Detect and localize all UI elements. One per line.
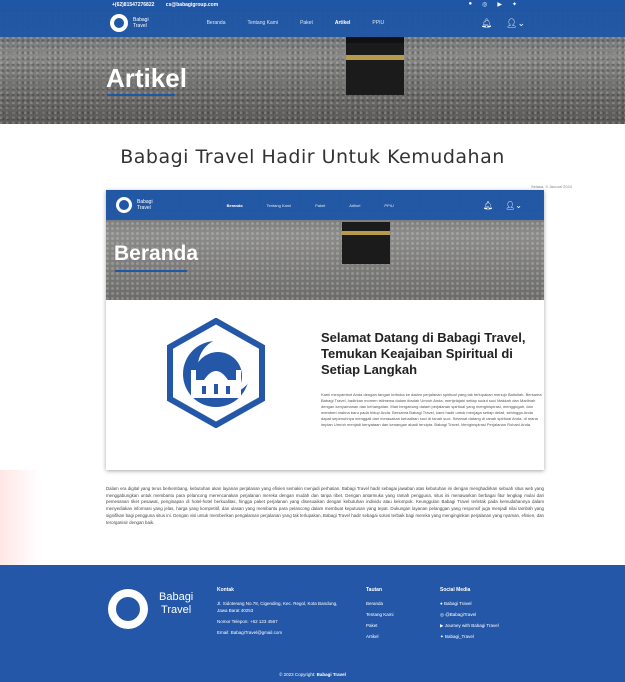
footer-phone: Nomor Telepon: +62 123 4567: [217, 619, 278, 624]
nav-item-ppiu[interactable]: PPIU: [372, 20, 384, 26]
footer-email: Email: BabagiTravel@gmail.com: [217, 630, 283, 635]
twitter-icon[interactable]: ✦: [512, 1, 517, 8]
nav-item-artikel[interactable]: Artikel: [335, 20, 351, 26]
image-nav-ppiu: PPIU: [384, 202, 394, 208]
image-nav-beranda: Beranda: [226, 202, 243, 208]
footer-social-instagram[interactable]: ◎ @BabagiTravel: [440, 611, 540, 618]
article-title: Babagi Travel Hadir Untuk Kemudahan: [120, 146, 505, 168]
site-footer: Babagi Travel Kontak Jl. Sidoterang No.7…: [0, 565, 625, 682]
image-nav-tentang-kami: Tentang Kami: [266, 202, 292, 208]
nav-item-tentang-kami[interactable]: Tentang Kami: [247, 20, 278, 26]
footer-contact-heading: Kontak: [217, 587, 234, 593]
image-kaaba: [342, 222, 390, 264]
contact-email[interactable]: cs@babagigroup.com: [166, 2, 218, 8]
nav-item-beranda[interactable]: Beranda: [207, 20, 226, 26]
image-title-underline: [115, 270, 187, 272]
article-image: Babagi Travel Beranda Tentang Kami Paket…: [106, 190, 544, 470]
copyright-brand[interactable]: Babagi Travel: [317, 672, 346, 677]
footer-brand: Babagi Travel: [159, 591, 193, 617]
image-user-icon: 👤︎⌄: [505, 200, 522, 210]
nav-menu: Beranda Tentang Kami Paket Artikel PPIU: [207, 20, 385, 26]
twitter-label: Babagi_Travel: [445, 634, 474, 639]
kaaba-image: [346, 37, 404, 95]
nav-item-paket[interactable]: Paket: [300, 20, 313, 26]
footer-mosque-logo-icon: [108, 589, 148, 629]
whatsapp-icon[interactable]: ●: [468, 1, 472, 8]
footer-link-artikel[interactable]: Artikel: [366, 633, 436, 640]
main-navbar: Babagi Travel Beranda Tentang Kami Paket…: [0, 9, 625, 37]
image-nav-artikel: Artikel: [349, 202, 361, 208]
bell-icon[interactable]: 🔔︎: [481, 18, 492, 29]
page-title: Artikel: [106, 63, 187, 93]
image-hero-title: Beranda: [114, 242, 199, 265]
image-nav-menu: Beranda Tentang Kami Paket Artikel PPIU: [227, 203, 394, 208]
image-hero: Babagi Travel Beranda Tentang Kami Paket…: [106, 190, 544, 300]
image-navbar: Babagi Travel Beranda Tentang Kami Paket…: [106, 190, 544, 220]
footer-contact: Kontak Jl. Sidoterang No.78, Cigending, …: [217, 587, 345, 640]
footer-address: Jl. Sidoterang No.78, Cigending, Kec. Re…: [217, 601, 338, 613]
page-hero: Babagi Travel Beranda Tentang Kami Paket…: [0, 9, 625, 124]
footer-links: Tautan Beranda Tentang Kami Paket Artike…: [366, 587, 436, 644]
image-brand-line2: Travel: [137, 205, 151, 211]
mosque-logo-icon: [110, 14, 128, 32]
footer-social: Social Media ● Babagi Travel ◎ @BabagiTr…: [440, 587, 540, 644]
youtube-label: Journey with Babagi Travel: [444, 623, 499, 628]
title-underline: [107, 94, 175, 96]
image-welcome-section: Selamat Datang di Babagi Travel, Temukan…: [106, 300, 544, 470]
article-body: Dalam era digital yang terus berkembang,…: [106, 486, 544, 525]
image-nav-paket: Paket: [315, 202, 326, 208]
image-bell-icon: 🔔︎: [482, 200, 494, 210]
contact-topbar: +(62)81547276822 cs@babagigroup.com ● ◎ …: [0, 0, 625, 9]
youtube-icon[interactable]: ▶: [497, 1, 502, 8]
image-mosque-logo-icon: [116, 197, 132, 213]
footer-social-youtube[interactable]: ▶ Journey with Babagi Travel: [440, 622, 540, 629]
welcome-text: Kami menyambut Anda dengan tangan terbuk…: [321, 392, 542, 427]
welcome-title: Selamat Datang di Babagi Travel, Temukan…: [321, 330, 526, 377]
brand-logo[interactable]: Babagi Travel: [110, 14, 149, 32]
instagram-icon[interactable]: ◎: [482, 1, 487, 8]
article-date: Selasa, 9 Januari 2024: [531, 184, 572, 189]
footer-copyright: © 2023 Copyright: Babagi Travel: [0, 672, 625, 677]
brand-name-line2: Travel: [133, 23, 147, 29]
user-icon[interactable]: 👤︎⌄: [506, 18, 525, 29]
footer-brand-line1: Babagi: [159, 591, 194, 603]
footer-social-twitter[interactable]: ✦ Babagi_Travel: [440, 633, 540, 640]
image-brand: Babagi Travel: [116, 197, 153, 213]
copyright-prefix: © 2023 Copyright:: [279, 672, 316, 677]
footer-links-heading: Tautan: [366, 587, 383, 593]
footer-brand-line2: Travel: [161, 604, 192, 616]
facebook-label: Babagi Travel: [443, 601, 472, 606]
footer-link-beranda[interactable]: Beranda: [366, 600, 436, 607]
footer-social-facebook[interactable]: ● Babagi Travel: [440, 600, 540, 607]
footer-social-heading: Social Media: [440, 587, 471, 593]
footer-link-paket[interactable]: Paket: [366, 622, 436, 629]
footer-link-tentang-kami[interactable]: Tentang Kami: [366, 611, 436, 618]
mosque-hexagon-logo-icon: [166, 317, 266, 429]
contact-phone[interactable]: +(62)81547276822: [112, 2, 154, 8]
instagram-label: @BabagiTravel: [445, 612, 477, 617]
